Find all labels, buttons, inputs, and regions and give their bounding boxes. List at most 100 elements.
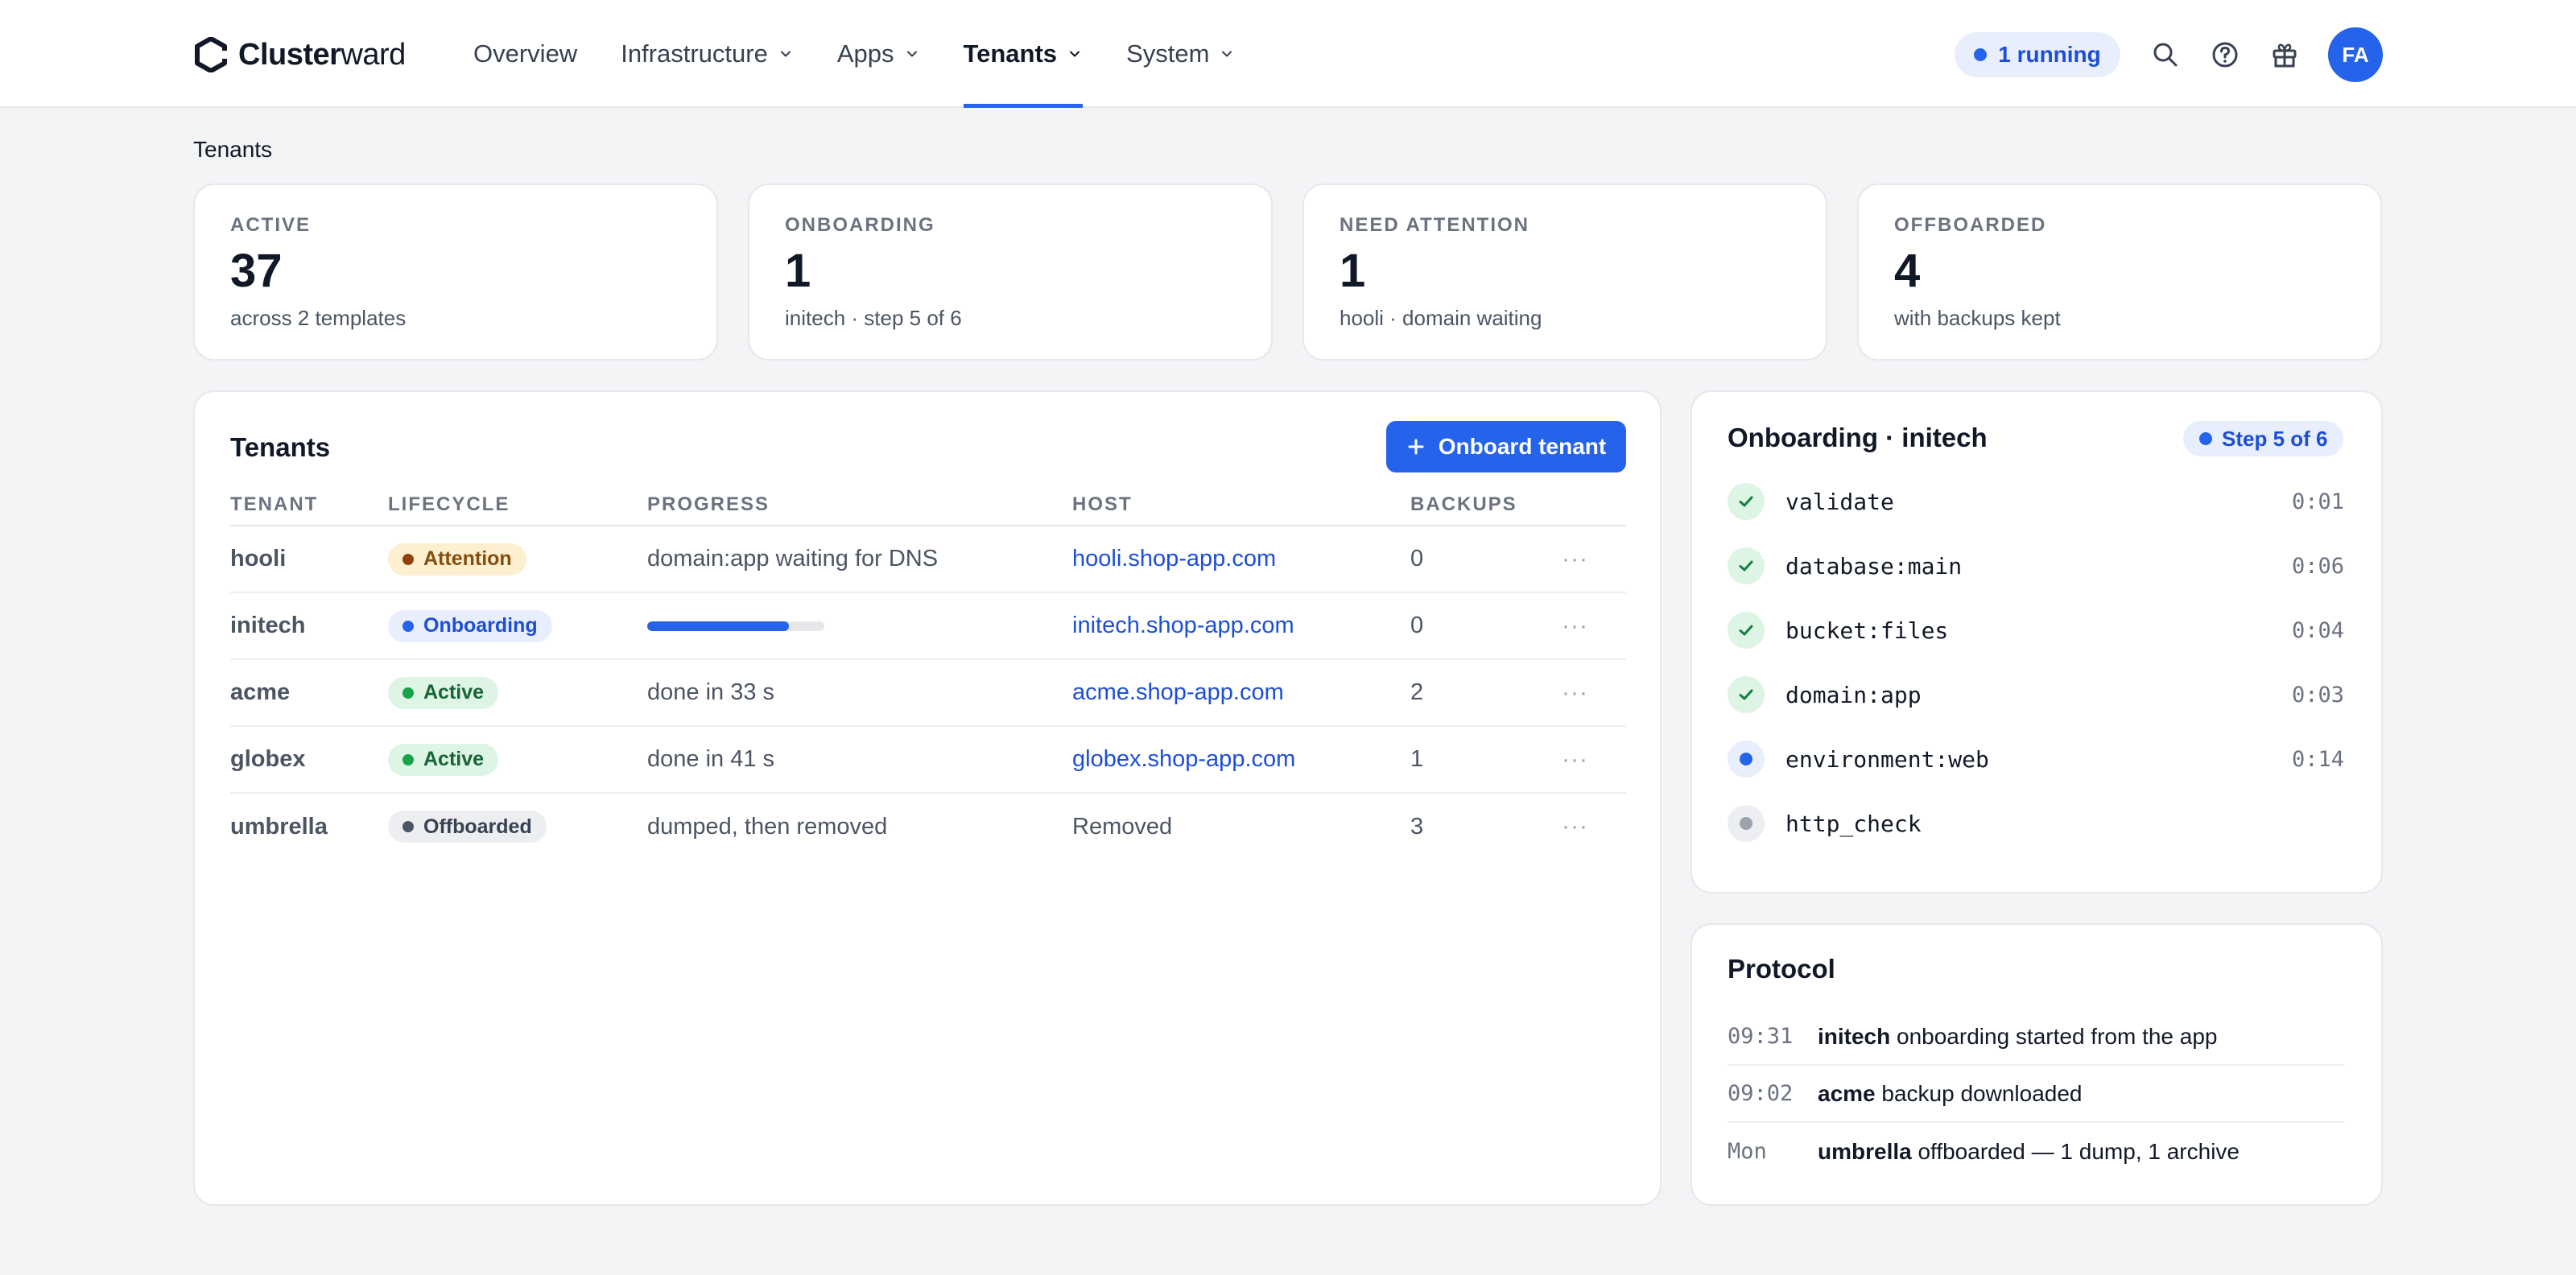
stat-card-active: ACTIVE 37 across 2 templates [193, 184, 718, 361]
column-header-host[interactable]: HOST [1072, 485, 1410, 526]
host-link[interactable]: acme.shop-app.com [1072, 679, 1284, 705]
stat-card-offboarded: OFFBOARDED 4 with backups kept [1857, 184, 2382, 361]
tenant-name[interactable]: initech [230, 592, 388, 660]
host-link[interactable]: hooli.shop-app.com [1072, 546, 1276, 571]
host-link[interactable]: initech.shop-app.com [1072, 613, 1294, 638]
table-row[interactable]: globex Active done in 41 s globex.shop-a… [230, 726, 1626, 794]
nav-apps[interactable]: Apps [837, 0, 920, 108]
running-dot-icon [1728, 741, 1765, 778]
table-header-row: TENANT LIFECYCLE PROGRESS HOST BACKUPS [230, 485, 1626, 526]
host-cell: globex.shop-app.com [1072, 726, 1410, 794]
tenant-name[interactable]: hooli [230, 526, 388, 593]
log-entry: Mon umbrella offboarded — 1 dump, 1 arch… [1728, 1123, 2344, 1180]
tenants-panel: Tenants Onboard tenant TENANT LIFECYCLE … [193, 390, 1662, 1206]
protocol-panel-title: Protocol [1728, 954, 1835, 984]
log-subject: umbrella [1818, 1138, 1912, 1164]
stat-label: OFFBOARDED [1894, 214, 2047, 236]
status-dot [402, 753, 414, 765]
search-icon[interactable] [2149, 39, 2182, 71]
actions-cell: ··· [1562, 726, 1626, 794]
lifecycle-badge: Onboarding [388, 609, 552, 642]
lifecycle-cell: Onboarding [388, 592, 647, 660]
stat-value: 4 [1894, 245, 1921, 297]
step-item: validate 0:01 [1728, 469, 2344, 534]
step-name: http_check [1785, 810, 1922, 837]
log-entry: 09:02 acme backup downloaded [1728, 1066, 2344, 1123]
running-jobs-pill[interactable]: 1 running [1955, 32, 2120, 77]
log-message: initech onboarding started from the app [1818, 1024, 2218, 1050]
breadcrumb: Tenants [193, 137, 273, 162]
tenant-name[interactable]: globex [230, 726, 388, 794]
chevron-down-icon [906, 51, 917, 57]
stat-subtext: with backups kept [1894, 306, 2061, 330]
tenant-name[interactable]: umbrella [230, 793, 388, 860]
lifecycle-badge: Offboarded [388, 811, 547, 843]
onboarding-steps: validate 0:01 database:main 0:06 bucket:… [1728, 469, 2344, 856]
lifecycle-label: Onboarding [423, 614, 538, 637]
step-item: domain:app 0:03 [1728, 662, 2344, 727]
help-icon[interactable] [2209, 39, 2241, 71]
brand-logo[interactable]: Clusterward [195, 35, 406, 74]
chevron-down-icon [780, 51, 791, 57]
lifecycle-cell: Active [388, 726, 647, 794]
actions-cell: ··· [1562, 592, 1626, 660]
row-menu-button[interactable]: ··· [1562, 546, 1588, 572]
log-time: 09:02 [1728, 1081, 1794, 1106]
actions-cell: ··· [1562, 793, 1626, 860]
table-row[interactable]: acme Active done in 33 s acme.shop-app.c… [230, 659, 1626, 727]
progress-text: done in 41 s [647, 726, 1072, 794]
host-cell: initech.shop-app.com [1072, 592, 1410, 660]
step-name: environment:web [1785, 745, 1989, 773]
onboard-tenant-label: Onboard tenant [1438, 434, 1607, 459]
row-menu-button[interactable]: ··· [1562, 679, 1588, 706]
tenants-panel-title: Tenants [230, 432, 331, 462]
chevron-down-icon [1070, 51, 1080, 57]
tenant-name[interactable]: acme [230, 659, 388, 727]
step-item: http_check [1728, 791, 2344, 856]
host-text: Removed [1072, 813, 1173, 840]
column-header-backups[interactable]: BACKUPS [1410, 485, 1562, 526]
progress-cell [647, 592, 1072, 660]
lifecycle-badge: Active [388, 676, 499, 709]
step-name: bucket:files [1785, 617, 1949, 644]
onboard-tenant-button[interactable]: Onboard tenant [1386, 421, 1626, 472]
nav-infrastructure[interactable]: Infrastructure [621, 0, 794, 108]
user-avatar[interactable]: FA [2328, 27, 2383, 82]
table-row[interactable]: hooli Attention domain:app waiting for D… [230, 526, 1626, 593]
column-header-progress[interactable]: PROGRESS [647, 485, 1072, 526]
backups-count: 0 [1410, 592, 1562, 660]
column-header-tenant[interactable]: TENANT [230, 485, 388, 526]
row-menu-button[interactable]: ··· [1562, 613, 1588, 639]
stat-subtext: initech · step 5 of 6 [785, 306, 962, 330]
step-name: domain:app [1785, 681, 1922, 708]
progress-text: done in 33 s [647, 659, 1072, 727]
row-menu-button[interactable]: ··· [1562, 746, 1588, 773]
table-row[interactable]: initech Onboarding initech.shop-app.com … [230, 592, 1626, 660]
table-row[interactable]: umbrella Offboarded dumped, then removed… [230, 793, 1626, 860]
status-dot [402, 620, 414, 632]
lifecycle-badge: Attention [388, 543, 526, 576]
row-menu-button[interactable]: ··· [1562, 813, 1588, 840]
check-icon [1728, 483, 1765, 520]
gift-icon[interactable] [2268, 39, 2301, 71]
backups-count: 2 [1410, 659, 1562, 727]
stat-label: ONBOARDING [785, 214, 935, 236]
check-icon [1728, 676, 1765, 713]
lifecycle-cell: Attention [388, 526, 647, 593]
host-link[interactable]: globex.shop-app.com [1072, 746, 1295, 772]
log-time: Mon [1728, 1139, 1767, 1164]
backups-count: 0 [1410, 526, 1562, 593]
chevron-down-icon [1222, 51, 1232, 57]
lifecycle-label: Attention [423, 547, 512, 570]
log-entry: 09:31 initech onboarding started from th… [1728, 1009, 2344, 1066]
check-icon [1728, 612, 1765, 649]
nav-overview[interactable]: Overview [473, 0, 577, 108]
step-badge-label: Step 5 of 6 [2222, 426, 2328, 451]
status-dot [2199, 432, 2212, 445]
log-text: onboarding started from the app [1890, 1023, 2218, 1049]
cluster-logo-icon [195, 37, 227, 72]
column-header-lifecycle[interactable]: LIFECYCLE [388, 485, 647, 526]
backups-count: 1 [1410, 726, 1562, 794]
nav-tenants[interactable]: Tenants [963, 0, 1084, 108]
nav-system[interactable]: System [1126, 0, 1235, 108]
